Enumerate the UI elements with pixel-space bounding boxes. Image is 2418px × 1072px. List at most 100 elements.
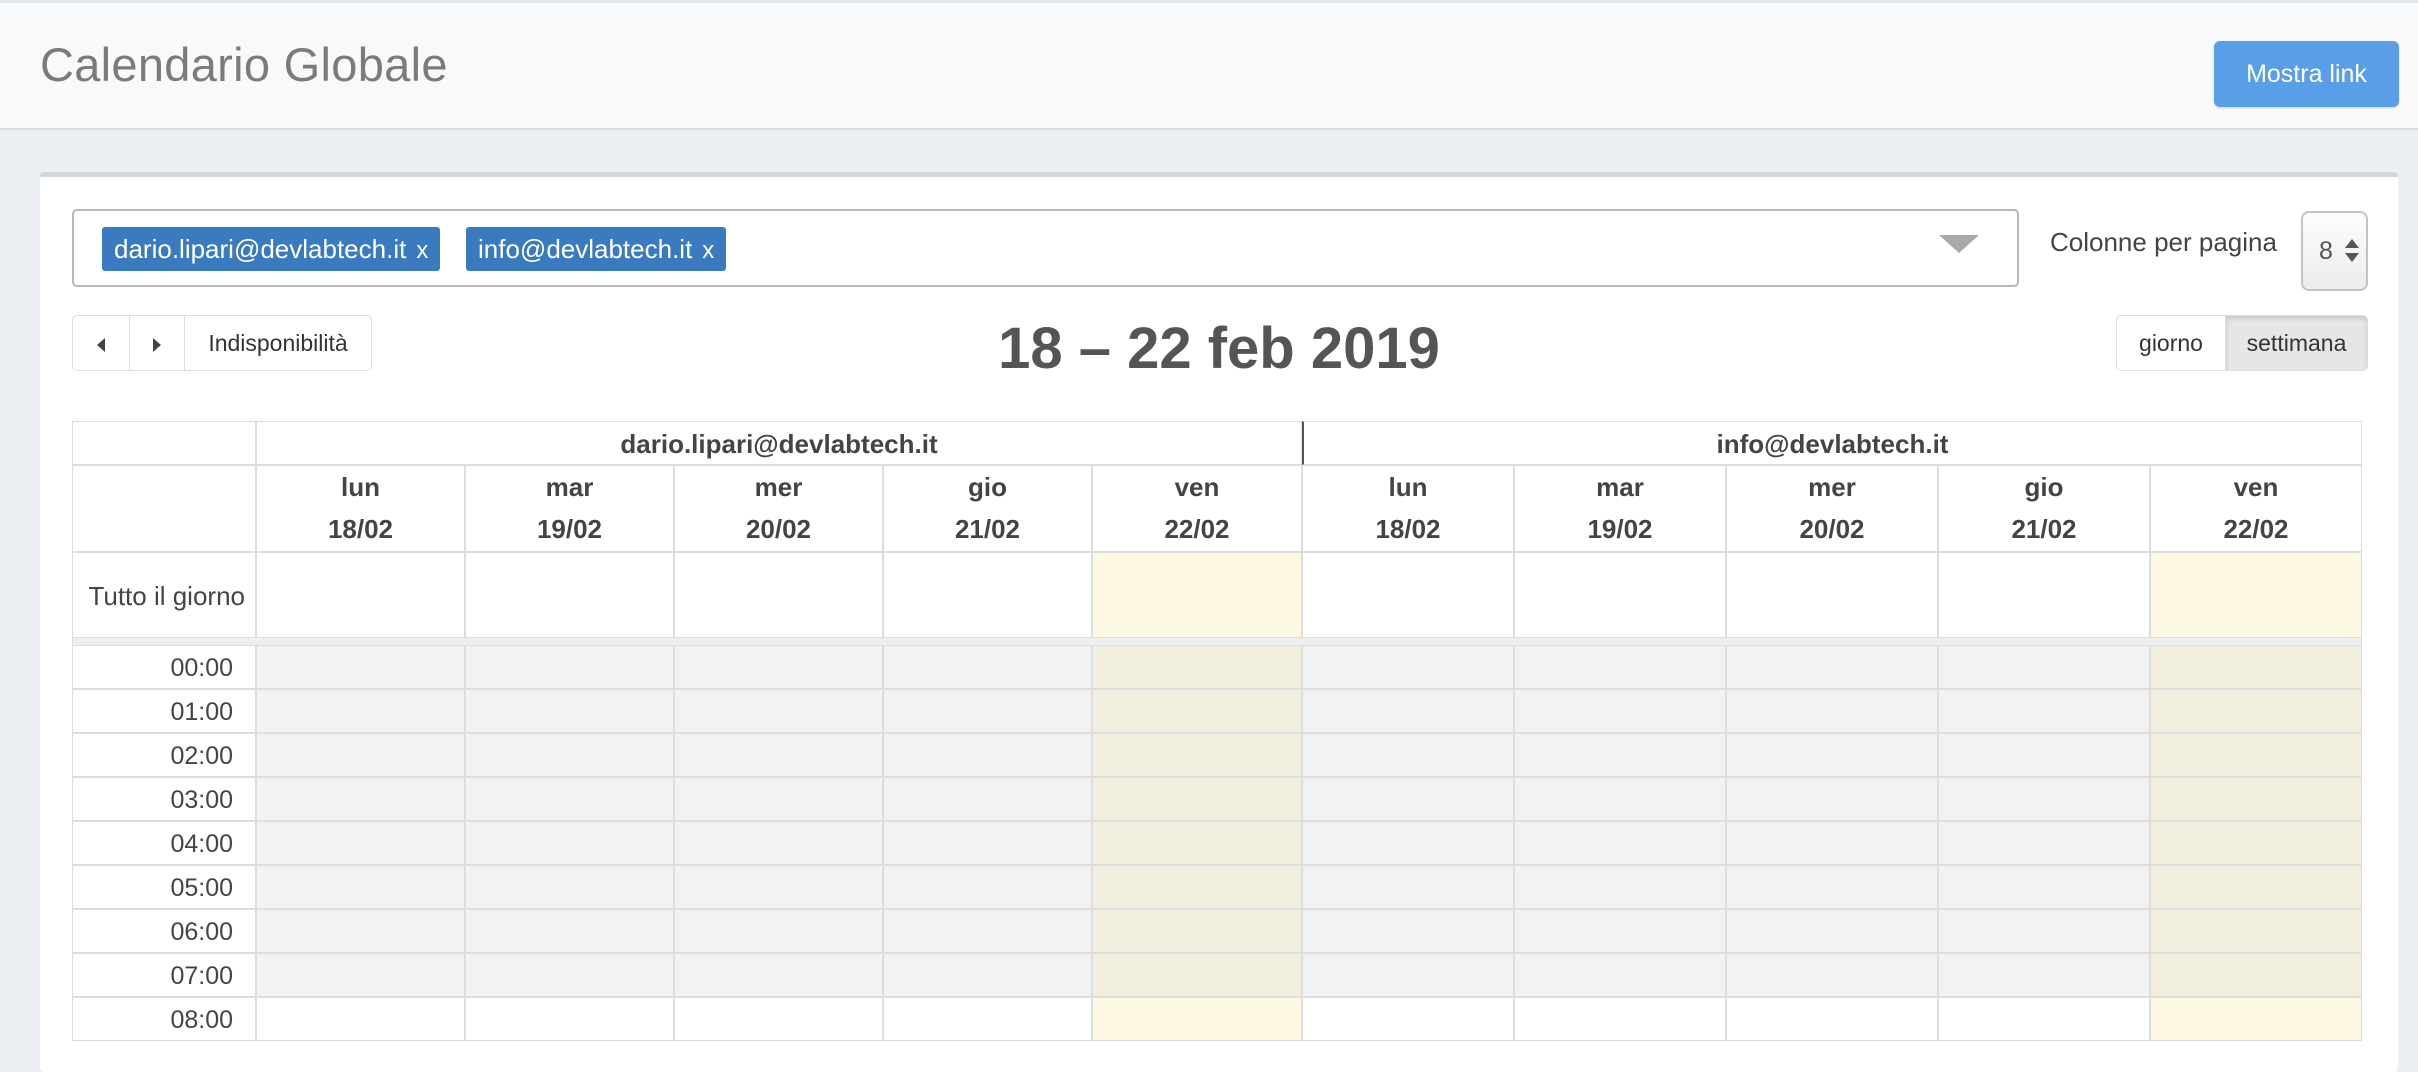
day-header[interactable]: lun 18/02 — [256, 465, 465, 552]
time-slot[interactable] — [674, 821, 883, 865]
all-day-cell[interactable] — [465, 552, 674, 638]
time-slot[interactable] — [1938, 953, 2150, 997]
time-slot[interactable] — [883, 821, 1092, 865]
time-slot[interactable] — [256, 953, 465, 997]
day-header[interactable]: mar 19/02 — [1514, 465, 1726, 552]
all-day-cell[interactable] — [1092, 552, 1302, 638]
time-slot[interactable] — [1726, 777, 1938, 821]
time-slot[interactable] — [1092, 821, 1302, 865]
selected-user-tag[interactable]: info@devlabtech.it x — [466, 227, 727, 271]
time-slot[interactable] — [674, 733, 883, 777]
day-header[interactable]: ven 22/02 — [1092, 465, 1302, 552]
time-slot[interactable] — [465, 821, 674, 865]
time-slot[interactable] — [1514, 909, 1726, 953]
time-slot[interactable] — [1514, 733, 1726, 777]
time-slot[interactable] — [1092, 777, 1302, 821]
time-slot[interactable] — [1514, 777, 1726, 821]
time-slot[interactable] — [1726, 645, 1938, 689]
time-slot[interactable] — [674, 865, 883, 909]
time-slot[interactable] — [883, 953, 1092, 997]
time-slot[interactable] — [465, 997, 674, 1041]
time-slot[interactable] — [465, 865, 674, 909]
time-slot[interactable] — [883, 689, 1092, 733]
selected-user-tag[interactable]: dario.lipari@devlabtech.it x — [102, 227, 441, 271]
time-slot[interactable] — [2150, 821, 2362, 865]
all-day-cell[interactable] — [1514, 552, 1726, 638]
time-slot[interactable] — [674, 777, 883, 821]
time-slot[interactable] — [2150, 909, 2362, 953]
time-slot[interactable] — [883, 865, 1092, 909]
day-header[interactable]: mar 19/02 — [465, 465, 674, 552]
time-slot[interactable] — [883, 733, 1092, 777]
time-slot[interactable] — [1514, 997, 1726, 1041]
time-slot[interactable] — [256, 645, 465, 689]
time-slot[interactable] — [1938, 689, 2150, 733]
time-slot[interactable] — [1514, 821, 1726, 865]
time-slot[interactable] — [465, 645, 674, 689]
time-slot[interactable] — [1938, 865, 2150, 909]
time-slot[interactable] — [1726, 997, 1938, 1041]
time-slot[interactable] — [1092, 689, 1302, 733]
time-slot[interactable] — [1302, 865, 1514, 909]
time-slot[interactable] — [1302, 645, 1514, 689]
time-slot[interactable] — [1726, 909, 1938, 953]
view-day-button[interactable]: giorno — [2116, 315, 2226, 371]
time-slot[interactable] — [465, 777, 674, 821]
time-slot[interactable] — [465, 689, 674, 733]
all-day-cell[interactable] — [674, 552, 883, 638]
time-slot[interactable] — [1726, 865, 1938, 909]
all-day-cell[interactable] — [1302, 552, 1514, 638]
time-slot[interactable] — [883, 645, 1092, 689]
time-slot[interactable] — [674, 953, 883, 997]
time-slot[interactable] — [674, 909, 883, 953]
time-slot[interactable] — [2150, 689, 2362, 733]
time-slot[interactable] — [465, 953, 674, 997]
time-slot[interactable] — [1514, 689, 1726, 733]
time-slot[interactable] — [256, 909, 465, 953]
time-slot[interactable] — [674, 997, 883, 1041]
day-header[interactable]: gio 21/02 — [1938, 465, 2150, 552]
time-slot[interactable] — [1302, 777, 1514, 821]
time-slot[interactable] — [883, 997, 1092, 1041]
time-slot[interactable] — [883, 909, 1092, 953]
all-day-cell[interactable] — [883, 552, 1092, 638]
time-slot[interactable] — [1514, 953, 1726, 997]
time-slot[interactable] — [2150, 997, 2362, 1041]
time-slot[interactable] — [1726, 821, 1938, 865]
all-day-cell[interactable] — [2150, 552, 2362, 638]
time-slot[interactable] — [2150, 777, 2362, 821]
remove-tag-icon[interactable]: x — [702, 237, 714, 264]
time-slot[interactable] — [1302, 689, 1514, 733]
day-header[interactable]: mer 20/02 — [674, 465, 883, 552]
time-slot[interactable] — [1514, 865, 1726, 909]
time-slot[interactable] — [1726, 689, 1938, 733]
time-slot[interactable] — [256, 997, 465, 1041]
time-slot[interactable] — [1092, 865, 1302, 909]
columns-per-page-select[interactable]: 8 — [2301, 211, 2368, 291]
time-slot[interactable] — [1726, 733, 1938, 777]
day-header[interactable]: lun 18/02 — [1302, 465, 1514, 552]
time-slot[interactable] — [1302, 953, 1514, 997]
time-slot[interactable] — [1302, 733, 1514, 777]
time-slot[interactable] — [256, 689, 465, 733]
time-slot[interactable] — [1092, 997, 1302, 1041]
time-slot[interactable] — [2150, 865, 2362, 909]
time-slot[interactable] — [2150, 733, 2362, 777]
time-slot[interactable] — [1092, 733, 1302, 777]
time-slot[interactable] — [1302, 997, 1514, 1041]
time-slot[interactable] — [674, 645, 883, 689]
time-slot[interactable] — [1938, 821, 2150, 865]
time-slot[interactable] — [256, 821, 465, 865]
time-slot[interactable] — [465, 733, 674, 777]
time-slot[interactable] — [1938, 909, 2150, 953]
time-slot[interactable] — [1938, 733, 2150, 777]
all-day-cell[interactable] — [256, 552, 465, 638]
time-slot[interactable] — [1514, 645, 1726, 689]
user-multiselect[interactable]: dario.lipari@devlabtech.it x info@devlabt… — [72, 209, 2019, 287]
time-slot[interactable] — [1302, 909, 1514, 953]
all-day-cell[interactable] — [1938, 552, 2150, 638]
time-slot[interactable] — [883, 777, 1092, 821]
time-slot[interactable] — [465, 909, 674, 953]
time-slot[interactable] — [1092, 953, 1302, 997]
show-link-button[interactable]: Mostra link — [2214, 41, 2399, 107]
